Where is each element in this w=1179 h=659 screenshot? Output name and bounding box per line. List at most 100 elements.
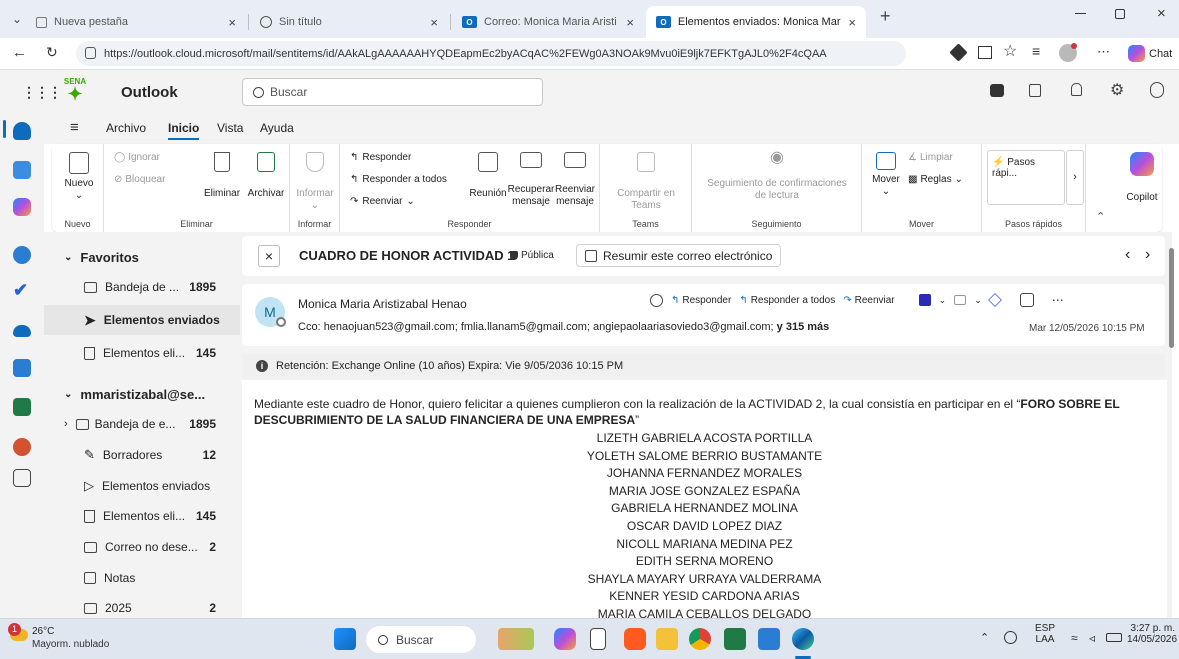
volume-icon[interactable]: ◃: [1089, 631, 1095, 645]
reply-action[interactable]: ↰ Responder: [671, 295, 731, 306]
favorites-icon[interactable]: ≡: [1032, 43, 1040, 59]
close-tab-icon[interactable]: ×: [228, 15, 236, 30]
previous-message-icon[interactable]: ‹: [1125, 246, 1130, 264]
file-explorer-icon[interactable]: [656, 628, 678, 650]
weather-widget[interactable]: 1 26°C Mayorm. nublado: [8, 623, 138, 657]
cc-recipients[interactable]: henaojuan523@gmail.com; fmlia.llanam5@gm…: [324, 321, 774, 333]
report-button[interactable]: Informar ⌄: [295, 152, 335, 212]
emoji-icon[interactable]: [650, 293, 663, 307]
taskbar-search[interactable]: Buscar: [366, 626, 476, 653]
profile-avatar[interactable]: [1059, 43, 1077, 62]
app-launcher-icon[interactable]: ⋮⋮⋮: [22, 84, 62, 101]
apps-icon[interactable]: [954, 295, 967, 305]
clock[interactable]: 3:27 p. m. 14/05/2026: [1127, 623, 1177, 645]
minimize-icon[interactable]: [1075, 13, 1086, 14]
tab-list-chevron-icon[interactable]: ⌄: [12, 12, 22, 26]
quick-steps-gallery[interactable]: ⚡ Pasos rápi...: [987, 150, 1065, 205]
tray-chevron-icon[interactable]: ⌃: [980, 631, 989, 644]
move-button[interactable]: Mover ⌄: [868, 152, 904, 198]
forward-button[interactable]: ↷ Reenviar ⌄: [350, 196, 415, 208]
more-icon[interactable]: ⋯: [1097, 44, 1110, 60]
avatar[interactable]: M: [255, 297, 286, 327]
quick-steps-expand-icon[interactable]: ›: [1066, 150, 1084, 205]
folder-item-notas[interactable]: Notas: [44, 563, 240, 593]
close-tab-icon[interactable]: ×: [626, 15, 634, 30]
sweep-button[interactable]: ∡ Limpiar: [908, 152, 953, 164]
browser-tab-sin-titulo[interactable]: Sin título ×: [250, 6, 448, 38]
close-tab-icon[interactable]: ×: [848, 15, 856, 30]
settings-icon[interactable]: ⚙: [1110, 80, 1124, 100]
folder-item-no-deseado[interactable]: Correo no dese... 2: [44, 532, 240, 562]
language-indicator[interactable]: ESP LAA: [1035, 623, 1055, 645]
widgets-icon[interactable]: [498, 628, 534, 650]
recall-button[interactable]: Recuperar mensaje: [506, 152, 556, 208]
windows-start-icon[interactable]: [334, 628, 356, 650]
people-icon[interactable]: [13, 246, 31, 264]
tab-ayuda[interactable]: Ayuda: [260, 121, 294, 135]
collapse-ribbon-icon[interactable]: ⌃: [1096, 210, 1105, 223]
mail-icon[interactable]: [13, 122, 31, 140]
browser-tab-correo[interactable]: O Correo: Monica Maria Aristizabal H ×: [452, 6, 644, 38]
copilot-rail-icon[interactable]: [13, 198, 31, 216]
folder-item-enviados[interactable]: ▷ Elementos enviados: [44, 471, 240, 501]
folder-item-borradores[interactable]: ✎ Borradores 12: [44, 440, 240, 470]
edge-icon[interactable]: [792, 628, 814, 650]
onedrive-icon[interactable]: [13, 325, 31, 337]
close-reading-button[interactable]: ×: [258, 245, 280, 267]
close-tab-icon[interactable]: ×: [430, 15, 438, 30]
scrollbar-thumb[interactable]: [1169, 248, 1174, 348]
search-input[interactable]: Buscar: [242, 78, 543, 106]
powerpoint-icon[interactable]: [13, 438, 31, 456]
tab-inicio[interactable]: Inicio: [168, 121, 200, 140]
todo-icon[interactable]: ✔: [13, 281, 31, 299]
restore-icon[interactable]: [1115, 9, 1125, 19]
plus-icon[interactable]: +: [880, 6, 891, 27]
delete-button[interactable]: Eliminar: [200, 152, 244, 200]
calendar-icon[interactable]: [13, 161, 31, 179]
url-field[interactable]: https://outlook.cloud.microsoft/mail/sen…: [76, 41, 906, 66]
grid-icon[interactable]: [978, 46, 992, 59]
more-options-icon[interactable]: ⋯: [1052, 293, 1064, 307]
read-receipt-button[interactable]: ◉ Seguimiento de confirmaciones de lectu…: [702, 150, 852, 202]
account-icon[interactable]: [1150, 82, 1164, 98]
pdf-icon[interactable]: [918, 294, 931, 306]
close-window-icon[interactable]: ×: [1157, 5, 1166, 22]
cc-more-link[interactable]: y 315 más: [777, 321, 830, 333]
chrome-icon[interactable]: [689, 628, 711, 650]
excel-icon[interactable]: [13, 398, 31, 416]
browser-tab-elementos-enviados[interactable]: O Elementos enviados: Monica María ×: [646, 6, 866, 38]
meeting-button[interactable]: Reunión: [466, 152, 510, 200]
extension-icon[interactable]: [949, 43, 968, 62]
more-apps-icon[interactable]: [13, 469, 31, 487]
word-taskbar-icon[interactable]: [758, 628, 780, 650]
reply-all-button[interactable]: ↰ Responder a todos: [350, 174, 447, 186]
battery-icon[interactable]: [1106, 633, 1122, 642]
sender-name[interactable]: Monica Maria Aristizabal Henao: [298, 297, 467, 311]
folder-item-eliminados[interactable]: Elementos eli... 145: [44, 501, 240, 531]
favorite-star-icon[interactable]: ☆: [1003, 41, 1017, 61]
refresh-icon[interactable]: ↻: [46, 44, 58, 61]
chevron-down-icon[interactable]: ⌄: [939, 295, 947, 306]
resend-button[interactable]: Reenviar mensaje: [552, 152, 598, 208]
reply-button[interactable]: ↰ Responder: [350, 152, 411, 164]
wifi-icon[interactable]: ≈: [1071, 631, 1078, 645]
chevron-right-icon[interactable]: ›: [64, 418, 68, 430]
ignore-button[interactable]: ◯ Ignorar: [114, 152, 160, 164]
location-icon[interactable]: [1004, 631, 1017, 644]
teams-icon[interactable]: [990, 84, 1004, 97]
reading-scrollbar[interactable]: [1168, 236, 1176, 616]
browser-tab-nueva-pestana[interactable]: Nueva pestaña ×: [26, 6, 246, 38]
brave-browser-icon[interactable]: [624, 628, 646, 650]
chevron-down-icon[interactable]: ⌄: [974, 295, 982, 306]
file-icon[interactable]: [590, 628, 606, 650]
new-mail-button[interactable]: Nuevo ⌄: [62, 152, 96, 202]
reply-all-action[interactable]: ↰ Responder a todos: [739, 295, 835, 306]
folder-item-enviados-fav[interactable]: ➤ Elementos enviados: [44, 305, 240, 335]
rules-button[interactable]: ▩ Reglas ⌄: [908, 174, 963, 186]
archive-button[interactable]: Archivar: [244, 152, 288, 200]
word-icon[interactable]: [13, 359, 31, 377]
folder-item-eliminados-fav[interactable]: Elementos eli... 145: [44, 338, 240, 368]
account-header[interactable]: ⌄ mmaristizabal@se...: [44, 379, 240, 409]
favoritos-header[interactable]: ⌄ Favoritos: [44, 242, 240, 272]
block-button[interactable]: ⊘ Bloquear: [114, 174, 165, 186]
